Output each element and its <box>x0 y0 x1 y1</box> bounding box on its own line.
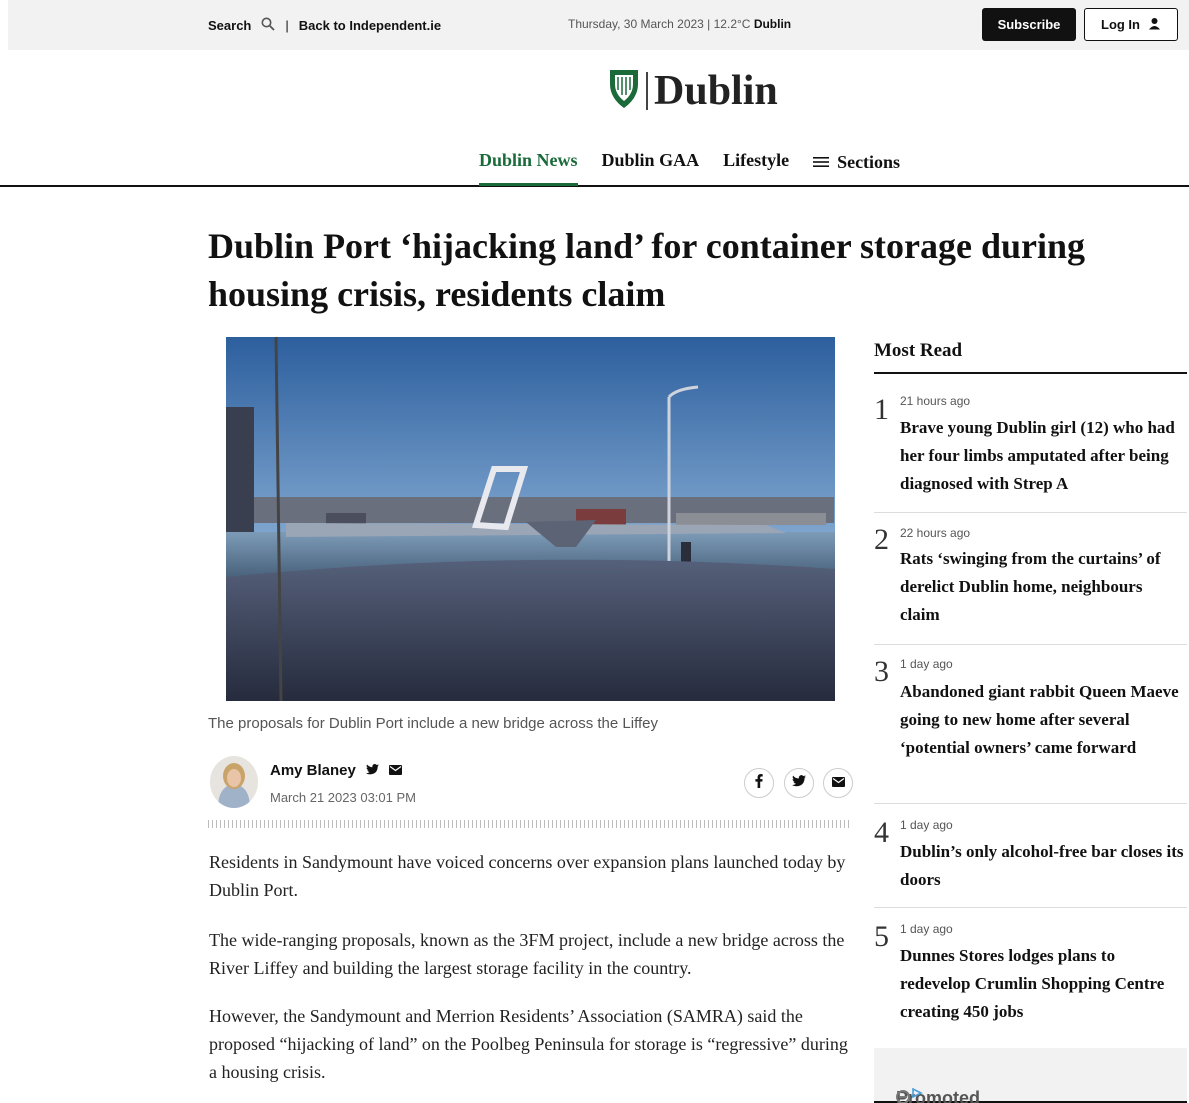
article-paragraph: Residents in Sandymount have voiced conc… <box>209 852 846 900</box>
article-paragraph: The wide-ranging proposals, known as the… <box>209 930 845 978</box>
author-avatar[interactable] <box>210 756 258 808</box>
most-read-rule <box>874 372 1187 374</box>
promoted-links-bar[interactable]: Promoted Links by <box>874 1048 1187 1103</box>
time-ago: 22 hours ago <box>900 526 971 540</box>
harp-icon <box>608 66 640 115</box>
main-nav: Dublin News Dublin GAA Lifestyle Section… <box>0 140 1189 187</box>
brand-name: Dublin <box>654 67 778 114</box>
most-read-item[interactable]: 3 1 day ago Abandoned giant rabbit Queen… <box>874 645 1187 804</box>
most-read-headline[interactable]: Brave young Dublin girl (12) who had her… <box>900 414 1185 498</box>
sections-label: Sections <box>837 151 901 172</box>
image-caption: The proposals for Dublin Port include a … <box>208 715 658 732</box>
article-headline: Dublin Port ‘hijacking land’ for contain… <box>208 226 1086 314</box>
article-image[interactable] <box>226 337 835 701</box>
twitter-icon[interactable] <box>365 762 379 779</box>
subscribe-button[interactable]: Subscribe <box>982 8 1076 41</box>
site-logo[interactable]: Dublin <box>608 66 778 115</box>
twitter-icon <box>792 774 806 792</box>
rank-number: 3 <box>874 655 889 688</box>
nav-item-dublin-news[interactable]: Dublin News <box>479 150 578 186</box>
most-read-headline[interactable]: Rats ‘swinging from the curtains’ of der… <box>900 545 1185 629</box>
email-icon <box>831 774 845 792</box>
most-read-item[interactable]: 5 1 day ago Dunnes Stores lodges plans t… <box>874 908 1187 1036</box>
login-label: Log In <box>1101 17 1140 32</box>
facebook-icon <box>755 773 763 793</box>
top-links: Search | Back to Independent.ie <box>208 17 441 34</box>
most-read-title: Most Read <box>874 340 963 361</box>
most-read-headline[interactable]: Abandoned giant rabbit Queen Maeve going… <box>900 678 1185 762</box>
author-byline: Amy Blaney <box>270 762 402 779</box>
publish-date: March 21 2023 03:01 PM <box>270 790 416 805</box>
email-icon[interactable] <box>388 762 402 779</box>
date-weather-text: Thursday, 30 March 2023 | 12.2°C <box>568 17 751 31</box>
share-facebook-button[interactable] <box>744 768 774 798</box>
nav-item-dublin-gaa[interactable]: Dublin GAA <box>602 150 700 186</box>
rank-number: 4 <box>874 816 889 849</box>
share-email-button[interactable] <box>823 768 853 798</box>
time-ago: 1 day ago <box>900 922 953 936</box>
menu-icon <box>813 152 830 173</box>
city-label: Dublin <box>753 17 792 31</box>
login-button[interactable]: Log In <box>1084 8 1178 41</box>
search-icon[interactable] <box>261 17 276 34</box>
time-ago: 1 day ago <box>900 657 953 671</box>
time-ago: 1 day ago <box>900 818 953 832</box>
rank-number: 1 <box>874 393 889 426</box>
article-paragraph: However, the Sandymount and Merrion Resi… <box>209 1006 848 1082</box>
most-read-item[interactable]: 4 1 day ago Dublin’s only alcohol-free b… <box>874 804 1187 908</box>
divider: | <box>285 18 289 33</box>
author-name[interactable]: Amy Blaney <box>270 762 356 779</box>
date-weather: Thursday, 30 March 2023 | 12.2°C Dublin <box>568 17 791 31</box>
back-to-independent-link[interactable]: Back to Independent.ie <box>299 18 441 33</box>
most-read-headline[interactable]: Dunnes Stores lodges plans to redevelop … <box>900 942 1185 1026</box>
most-read-item[interactable]: 1 21 hours ago Brave young Dublin girl (… <box>874 385 1187 513</box>
logo-divider <box>646 71 648 110</box>
outbrain-icon <box>896 1088 926 1103</box>
user-icon <box>1148 17 1161 33</box>
nav-item-lifestyle[interactable]: Lifestyle <box>723 150 789 186</box>
divider-rule <box>208 820 851 828</box>
time-ago: 21 hours ago <box>900 394 971 408</box>
rank-number: 2 <box>874 523 889 556</box>
most-read-headline[interactable]: Dublin’s only alcohol-free bar closes it… <box>900 838 1185 894</box>
most-read-item[interactable]: 2 22 hours ago Rats ‘swinging from the c… <box>874 513 1187 645</box>
rank-number: 5 <box>874 920 889 953</box>
share-twitter-button[interactable] <box>784 768 814 798</box>
search-link[interactable]: Search <box>208 18 251 33</box>
nav-item-sections[interactable]: Sections <box>813 150 900 186</box>
